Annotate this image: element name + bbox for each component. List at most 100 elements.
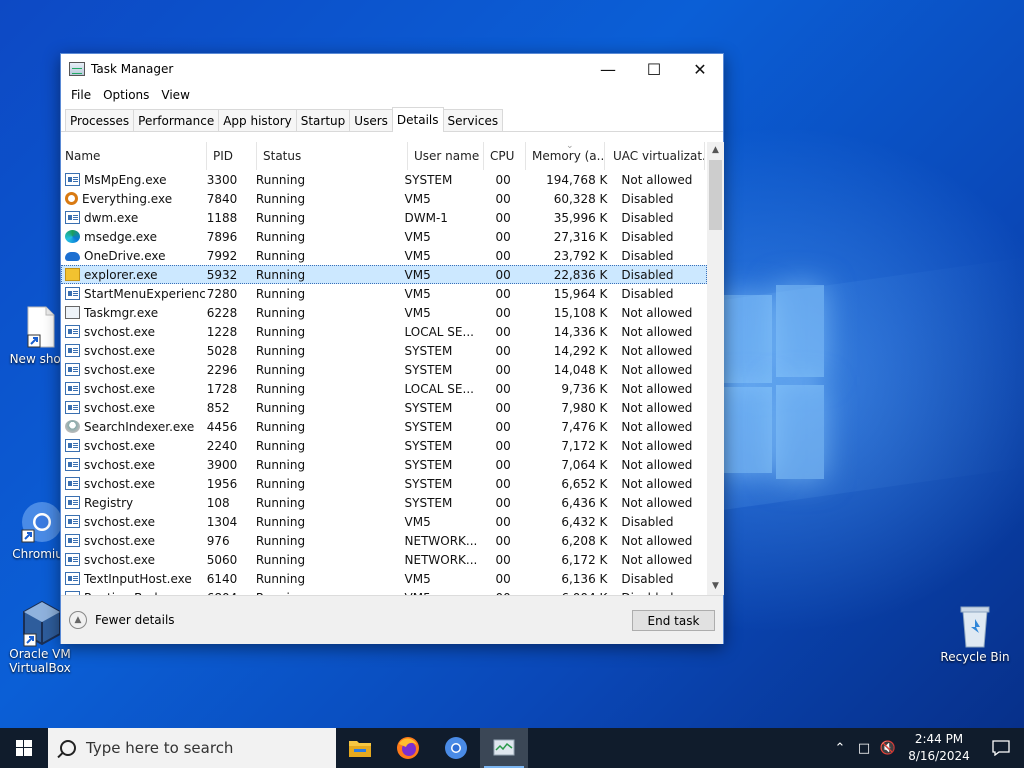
- table-row[interactable]: svchost.exe 5028 Running SYSTEM 00 14,292 K No…: [61, 341, 707, 360]
- table-row[interactable]: SearchIndexer.exe 4456 Running SYSTEM 00 7,47…: [61, 417, 707, 436]
- process-generic-icon: [65, 344, 80, 357]
- process-name: svchost.exe: [61, 477, 205, 491]
- column-header-uac-virtualization[interactable]: UAC virtualizat...: [605, 142, 705, 170]
- process-status: Running: [255, 191, 306, 206]
- process-generic-icon: [65, 382, 80, 395]
- notification-icon: [992, 740, 1010, 756]
- table-row[interactable]: Taskmgr.exe 6228 Running VM5 00 15,108 K Not a…: [61, 303, 707, 322]
- process-status: Running: [255, 438, 306, 453]
- column-header-name[interactable]: Name: [61, 142, 207, 170]
- vertical-scrollbar[interactable]: ▲ ▼: [707, 142, 724, 595]
- process-memory: 6,172 K: [561, 552, 608, 567]
- table-row[interactable]: svchost.exe 976 Running NETWORK... 00 6,208 K…: [61, 531, 707, 550]
- taskbar-firefox[interactable]: [384, 728, 432, 768]
- process-folder-icon: [65, 268, 80, 281]
- table-row[interactable]: dwm.exe 1188 Running DWM-1 00 35,996 K Disable…: [61, 208, 707, 227]
- column-header-pid[interactable]: PID: [207, 142, 257, 170]
- title-bar[interactable]: Task Manager — ☐ ✕: [61, 54, 723, 84]
- taskbar-chromium[interactable]: [432, 728, 480, 768]
- column-header-user-name[interactable]: User name: [408, 142, 484, 170]
- tab-startup[interactable]: Startup: [295, 109, 351, 131]
- process-name: svchost.exe: [61, 515, 205, 529]
- table-row[interactable]: svchost.exe 1728 Running LOCAL SE... 00 9,736…: [61, 379, 707, 398]
- fewer-details-label: Fewer details: [95, 613, 175, 627]
- scroll-down-arrow-icon[interactable]: ▼: [707, 578, 724, 595]
- process-name-text: svchost.exe: [84, 343, 155, 358]
- taskbar-file-explorer[interactable]: [336, 728, 384, 768]
- process-cpu: 00: [495, 419, 511, 434]
- process-name-text: TextInputHost.exe: [84, 571, 192, 586]
- virtualbox-icon: [20, 600, 61, 647]
- action-center-button[interactable]: [978, 740, 1024, 756]
- process-status: Running: [255, 286, 306, 301]
- table-row[interactable]: svchost.exe 852 Running SYSTEM 00 7,980 K Not …: [61, 398, 707, 417]
- process-pid: 5028: [206, 343, 238, 358]
- process-generic-icon: [65, 287, 80, 300]
- process-name: MsMpEng.exe: [61, 173, 205, 187]
- process-name-text: svchost.exe: [84, 438, 155, 453]
- table-row[interactable]: TextInputHost.exe 6140 Running VM5 00 6,136 K…: [61, 569, 707, 588]
- table-row[interactable]: Everything.exe 7840 Running VM5 00 60,328 K Di…: [61, 189, 707, 208]
- desktop-icon-recycle-bin[interactable]: Recycle Bin: [935, 603, 1015, 664]
- network-icon[interactable]: □: [852, 741, 876, 756]
- table-row[interactable]: svchost.exe 1304 Running VM5 00 6,432 K Disabl…: [61, 512, 707, 531]
- tab-users[interactable]: Users: [349, 109, 393, 131]
- tab-services[interactable]: Services: [442, 109, 504, 131]
- table-row[interactable]: OneDrive.exe 7992 Running VM5 00 23,792 K Disa…: [61, 246, 707, 265]
- tab-app-history[interactable]: App history: [218, 109, 297, 131]
- process-memory: 14,292 K: [553, 343, 608, 358]
- table-row[interactable]: svchost.exe 5060 Running NETWORK... 00 6,172 …: [61, 550, 707, 569]
- sort-indicator-icon: ⌄: [566, 142, 574, 151]
- table-row[interactable]: svchost.exe 2296 Running SYSTEM 00 14,048 K No…: [61, 360, 707, 379]
- taskbar-task-manager[interactable]: [480, 728, 528, 768]
- windows-start-icon: [16, 740, 32, 756]
- volume-muted-icon[interactable]: 🔇: [876, 741, 900, 756]
- chevron-up-tray-icon[interactable]: ⌃: [828, 741, 852, 756]
- process-user: SYSTEM: [404, 476, 453, 491]
- column-header-status[interactable]: Status: [257, 142, 408, 170]
- process-user: VM5: [404, 571, 431, 586]
- table-row[interactable]: svchost.exe 2240 Running SYSTEM 00 7,172 K Not…: [61, 436, 707, 455]
- taskbar-clock[interactable]: 2:44 PM 8/16/2024: [900, 731, 978, 765]
- table-row[interactable]: svchost.exe 3900 Running SYSTEM 00 7,064 K Not…: [61, 455, 707, 474]
- table-row[interactable]: MsMpEng.exe 3300 Running SYSTEM 00 194,768 K N…: [61, 170, 707, 189]
- tab-details[interactable]: Details: [391, 107, 444, 132]
- column-header-cpu[interactable]: CPU: [484, 142, 526, 170]
- minimize-button[interactable]: —: [585, 54, 631, 84]
- process-memory: 6,436 K: [561, 495, 608, 510]
- table-row[interactable]: msedge.exe 7896 Running VM5 00 27,316 K Disabl…: [61, 227, 707, 246]
- start-button[interactable]: [0, 728, 48, 768]
- table-row[interactable]: svchost.exe 1228 Running LOCAL SE... 00 14,33…: [61, 322, 707, 341]
- menu-view[interactable]: View: [155, 88, 195, 102]
- table-row[interactable]: Registry 108 Running SYSTEM 00 6,436 K Not all…: [61, 493, 707, 512]
- end-task-button[interactable]: End task: [632, 610, 715, 631]
- process-name: explorer.exe: [61, 268, 205, 282]
- process-user: SYSTEM: [404, 172, 453, 187]
- table-row[interactable]: explorer.exe 5932 Running VM5 00 22,836 K Disa…: [61, 265, 707, 284]
- taskbar: Type here to search ⌃ □ 🔇 2:44 PM 8/16/2…: [0, 728, 1024, 768]
- tab-performance[interactable]: Performance: [133, 109, 220, 131]
- process-name: svchost.exe: [61, 534, 205, 548]
- process-cpu: 00: [495, 248, 511, 263]
- process-name: svchost.exe: [61, 325, 205, 339]
- tab-processes[interactable]: Processes: [65, 109, 135, 131]
- scroll-thumb[interactable]: [709, 160, 722, 230]
- process-memory: 7,172 K: [561, 438, 608, 453]
- table-row[interactable]: RuntimeBroker.exe6804RunningVM5006,004 K…: [61, 588, 707, 595]
- table-row[interactable]: StartMenuExperienc... 7280 Running VM5 00 15,…: [61, 284, 707, 303]
- process-memory: 6,208 K: [561, 533, 608, 548]
- scroll-up-arrow-icon[interactable]: ▲: [707, 142, 724, 159]
- table-row[interactable]: svchost.exe 1956 Running SYSTEM 00 6,652 K Not…: [61, 474, 707, 493]
- process-status: Running: [255, 533, 306, 548]
- process-generic-icon: [65, 572, 80, 585]
- maximize-button[interactable]: ☐: [631, 54, 677, 84]
- menu-options[interactable]: Options: [97, 88, 155, 102]
- taskbar-search-box[interactable]: Type here to search: [48, 728, 336, 768]
- close-button[interactable]: ✕: [677, 54, 723, 84]
- process-memory: 27,316 K: [553, 229, 608, 244]
- process-cpu: 00: [495, 571, 511, 586]
- fewer-details-button[interactable]: ▲ Fewer details: [69, 611, 175, 629]
- process-indexer-icon: [65, 420, 80, 433]
- menu-file[interactable]: File: [65, 88, 97, 102]
- firefox-icon: [397, 737, 419, 759]
